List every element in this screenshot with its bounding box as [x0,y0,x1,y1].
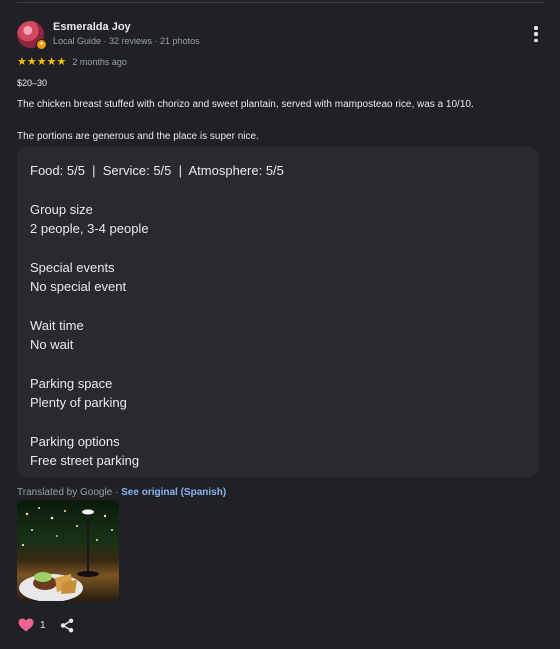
see-original-link[interactable]: See original (Spanish) [121,487,226,498]
food-photo-illustration [19,507,113,601]
review-actions: 1 [18,615,74,635]
heart-icon[interactable] [18,618,34,632]
reviewer-meta: Local Guide · 32 reviews · 21 photos [53,36,200,46]
share-icon[interactable] [60,618,74,633]
local-guide-badge-icon: ✦ [36,39,47,50]
star-rating: ★★★★★ [17,55,67,68]
parking-space-value: Plenty of parking [30,395,127,410]
parking-options-label: Parking options [30,433,120,449]
scores-line: Food: 5/5 | Service: 5/5 | Atmosphere: 5… [30,163,284,178]
parking-space-label: Parking space [30,375,113,391]
review-details-card: Food: 5/5 | Service: 5/5 | Atmosphere: 5… [17,147,539,477]
review-text-line-1: The chicken breast stuffed with chorizo … [17,99,474,110]
avatar[interactable]: ✦ [17,21,47,50]
top-divider [17,2,544,3]
group-size-label: Group size [30,201,93,217]
review-photo[interactable] [17,500,119,601]
special-events-label: Special events [30,259,115,275]
reviewer-name[interactable]: Esmeralda Joy [53,21,131,33]
rating-row: ★★★★★ 2 months ago [17,56,127,68]
price-range: $20–30 [17,78,48,88]
wait-time-label: Wait time [30,317,84,333]
review-text-line-2: The portions are generous and the place … [17,131,259,142]
translation-note: Translated by Google · See original (Spa… [17,487,226,498]
like-count: 1 [40,619,46,631]
translation-prefix: Translated by Google · [17,487,122,498]
special-events-value: No special event [30,279,127,294]
review-date: 2 months ago [72,57,127,67]
group-size-value: 2 people, 3-4 people [30,221,149,236]
wait-time-value: No wait [30,337,74,352]
parking-options-value: Free street parking [30,453,140,468]
more-vert-icon[interactable] [533,26,539,42]
review-header: ✦ Esmeralda Joy Local Guide · 32 reviews… [17,20,543,50]
